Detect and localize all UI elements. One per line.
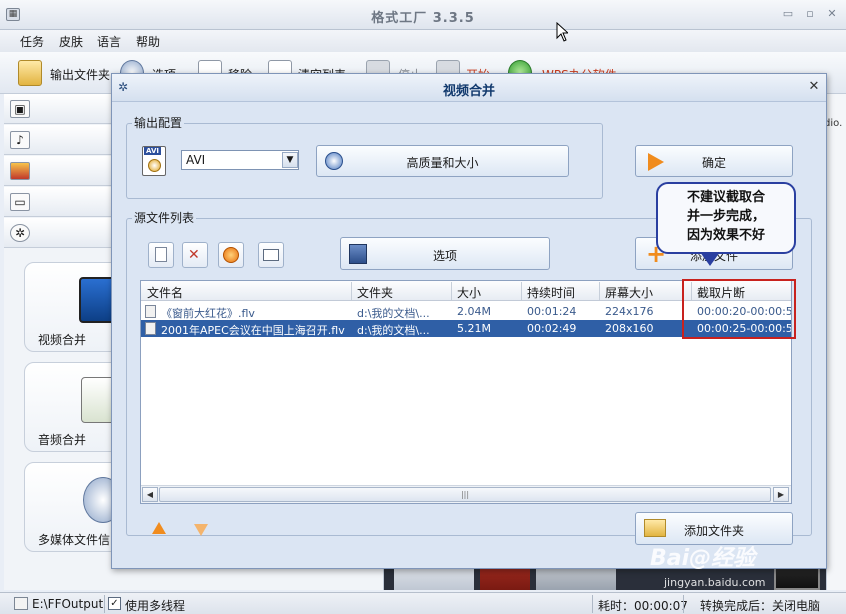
multithread-checkbox[interactable]: ✓	[108, 597, 121, 610]
avi-format-icon: AVI	[142, 146, 166, 176]
col-screen-size[interactable]: 屏幕大小	[605, 284, 653, 301]
col-divider	[351, 282, 352, 300]
clear-files-button[interactable]: ✕	[182, 242, 208, 268]
dialog-titlebar: ✲ 视频合并 ✕	[112, 74, 826, 102]
restore-icon[interactable]: ▫	[802, 6, 818, 22]
add-folder-label: 添加文件夹	[683, 524, 744, 538]
remove-doc-icon	[155, 247, 167, 262]
status-divider	[592, 595, 593, 613]
right-panel-edge	[826, 94, 846, 590]
elapsed-time: 耗时：00:00:07	[598, 599, 688, 613]
remove-file-button[interactable]	[148, 242, 174, 268]
format-select-value: AVI	[186, 153, 206, 167]
film-icon: ▣	[10, 100, 30, 118]
tile-video-merge-label: 视频合并	[38, 333, 87, 347]
close-icon[interactable]: ✕	[824, 6, 840, 22]
tile-media-info-label: 多媒体文件信	[38, 533, 111, 547]
quality-size-button[interactable]: 高质量和大小	[316, 145, 569, 177]
statusbar: E:\FFOutput ✓ 使用多线程 耗时：00:00:07 转换完成后：关闭…	[0, 592, 846, 614]
move-up-icon[interactable]	[152, 522, 166, 534]
col-folder[interactable]: 文件夹	[357, 284, 393, 301]
play-icon	[223, 247, 239, 263]
highlight-clip-column	[682, 279, 796, 339]
callout-bubble: 不建议截取合 并一步完成， 因为效果不好	[656, 182, 796, 254]
format-select[interactable]: AVI ▼	[181, 150, 299, 170]
baidu-watermark: Bai@经验	[650, 546, 756, 571]
menu-help[interactable]: 帮助	[136, 33, 160, 50]
horizontal-scrollbar[interactable]: ◀ ||| ▶	[141, 485, 791, 503]
col-divider	[599, 282, 600, 300]
scroll-left-icon[interactable]: ◀	[142, 487, 158, 502]
cell-folder: d:\我的文档\...	[357, 307, 430, 320]
avi-disc-icon	[148, 159, 161, 172]
move-down-icon[interactable]	[194, 524, 208, 536]
cell-screen-size: 224x176	[605, 305, 654, 318]
cell-size: 5.21M	[457, 322, 491, 335]
callout-tail	[700, 252, 720, 266]
window-title: 格式工厂 3.3.5	[371, 11, 475, 26]
file-info-button[interactable]	[258, 242, 284, 268]
col-filename[interactable]: 文件名	[147, 284, 183, 301]
status-divider	[104, 595, 105, 613]
music-note-icon: ♪	[10, 131, 30, 149]
output-config-title: 输出配置	[132, 114, 185, 131]
col-size[interactable]: 大小	[457, 284, 481, 301]
picture-icon	[10, 162, 30, 180]
cell-size: 2.04M	[457, 305, 491, 318]
col-divider	[451, 282, 452, 300]
cell-folder: d:\我的文档\...	[357, 324, 430, 337]
callout-line: 因为效果不好	[686, 228, 765, 243]
video-file-icon	[145, 305, 156, 318]
dialog-title: 视频合并	[442, 84, 495, 99]
dialog-close-icon[interactable]: ✕	[806, 79, 822, 95]
multithread-label: 使用多线程	[125, 599, 186, 613]
ok-label: 确定	[701, 156, 726, 170]
baidu-watermark-url: jingyan.baidu.com	[664, 576, 766, 589]
folder-icon[interactable]	[18, 60, 42, 86]
status-divider	[683, 595, 684, 613]
film-reel-icon: ✲	[10, 224, 30, 242]
callout-line: 并一步完成，	[686, 209, 765, 224]
info-card-icon	[263, 249, 279, 261]
after-convert-action[interactable]: 转换完成后：关闭电脑	[700, 597, 820, 614]
menu-task[interactable]: 任务	[20, 33, 44, 50]
quality-size-label: 高质量和大小	[406, 156, 479, 170]
tile-audio-merge-label: 音频合并	[38, 433, 87, 447]
output-folder-button[interactable]: 输出文件夹	[50, 66, 110, 83]
cell-duration: 00:01:24	[527, 305, 577, 318]
source-files-title: 源文件列表	[132, 209, 197, 226]
disc-drive-icon: ▭	[10, 193, 30, 211]
play-file-button[interactable]	[218, 242, 244, 268]
avi-icon-label: AVI	[144, 147, 161, 155]
delete-x-icon: ✕	[188, 247, 200, 263]
menu-skin[interactable]: 皮肤	[59, 33, 83, 50]
source-options-button[interactable]: 选项	[340, 237, 550, 270]
col-divider	[521, 282, 522, 300]
source-options-label: 选项	[432, 249, 457, 263]
callout-line: 不建议截取合	[686, 190, 765, 205]
cell-filename: 2001年APEC会议在中国上海召开.flv	[161, 324, 345, 337]
scroll-thumb[interactable]: |||	[159, 487, 771, 502]
folder-small-icon	[14, 597, 28, 610]
main-titlebar: ▦ 格式工厂 3.3.5 ▭ ▫ ✕	[0, 0, 846, 30]
minimize-icon[interactable]: ▭	[780, 6, 796, 22]
menu-language[interactable]: 语言	[97, 33, 121, 50]
menubar: 任务 皮肤 语言 帮助	[0, 30, 846, 52]
mouse-cursor-icon	[556, 22, 568, 42]
scroll-right-icon[interactable]: ▶	[773, 487, 789, 502]
output-path[interactable]: E:\FFOutput	[32, 597, 103, 611]
cell-filename: 《窗前大红花》.flv	[161, 307, 255, 320]
ok-button[interactable]: 确定	[635, 145, 793, 177]
chevron-down-icon[interactable]: ▼	[282, 152, 298, 168]
cell-screen-size: 208x160	[605, 322, 654, 335]
cell-duration: 00:02:49	[527, 322, 577, 335]
video-file-icon	[145, 322, 156, 335]
col-duration[interactable]: 持续时间	[527, 284, 575, 301]
